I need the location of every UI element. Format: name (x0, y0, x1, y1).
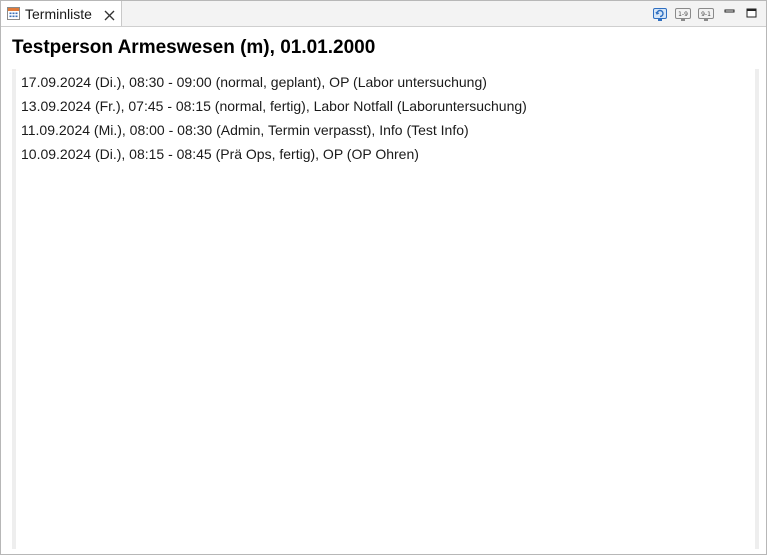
minimize-icon[interactable] (722, 6, 738, 22)
list-item[interactable]: 17.09.2024 (Di.), 08:30 - 09:00 (normal,… (21, 74, 487, 90)
svg-text:9-1: 9-1 (701, 11, 711, 18)
terminliste-view: Terminliste 1-9 9-1 Testperson Armeswese… (0, 0, 767, 555)
tab-terminliste[interactable]: Terminliste (1, 1, 122, 26)
close-icon[interactable] (104, 8, 115, 21)
tab-label: Terminliste (25, 6, 92, 22)
sort-descending-icon[interactable]: 9-1 (698, 6, 714, 22)
list-item[interactable]: 11.09.2024 (Mi.), 08:00 - 08:30 (Admin, … (21, 122, 469, 138)
maximize-icon[interactable] (744, 6, 760, 22)
list-item[interactable]: 10.09.2024 (Di.), 08:15 - 08:45 (Prä Ops… (21, 146, 419, 162)
view-tab-bar: Terminliste 1-9 9-1 (1, 1, 766, 27)
sort-ascending-icon[interactable]: 1-9 (675, 6, 691, 22)
svg-text:1-9: 1-9 (678, 11, 688, 18)
list-item[interactable]: 13.09.2024 (Fr.), 07:45 - 08:15 (normal,… (21, 98, 527, 114)
page-title: Testperson Armeswesen (m), 01.01.2000 (12, 37, 376, 58)
appointment-list[interactable]: 17.09.2024 (Di.), 08:30 - 09:00 (normal,… (12, 69, 759, 549)
refresh-icon[interactable] (652, 6, 668, 22)
calendar-list-icon (7, 7, 20, 20)
